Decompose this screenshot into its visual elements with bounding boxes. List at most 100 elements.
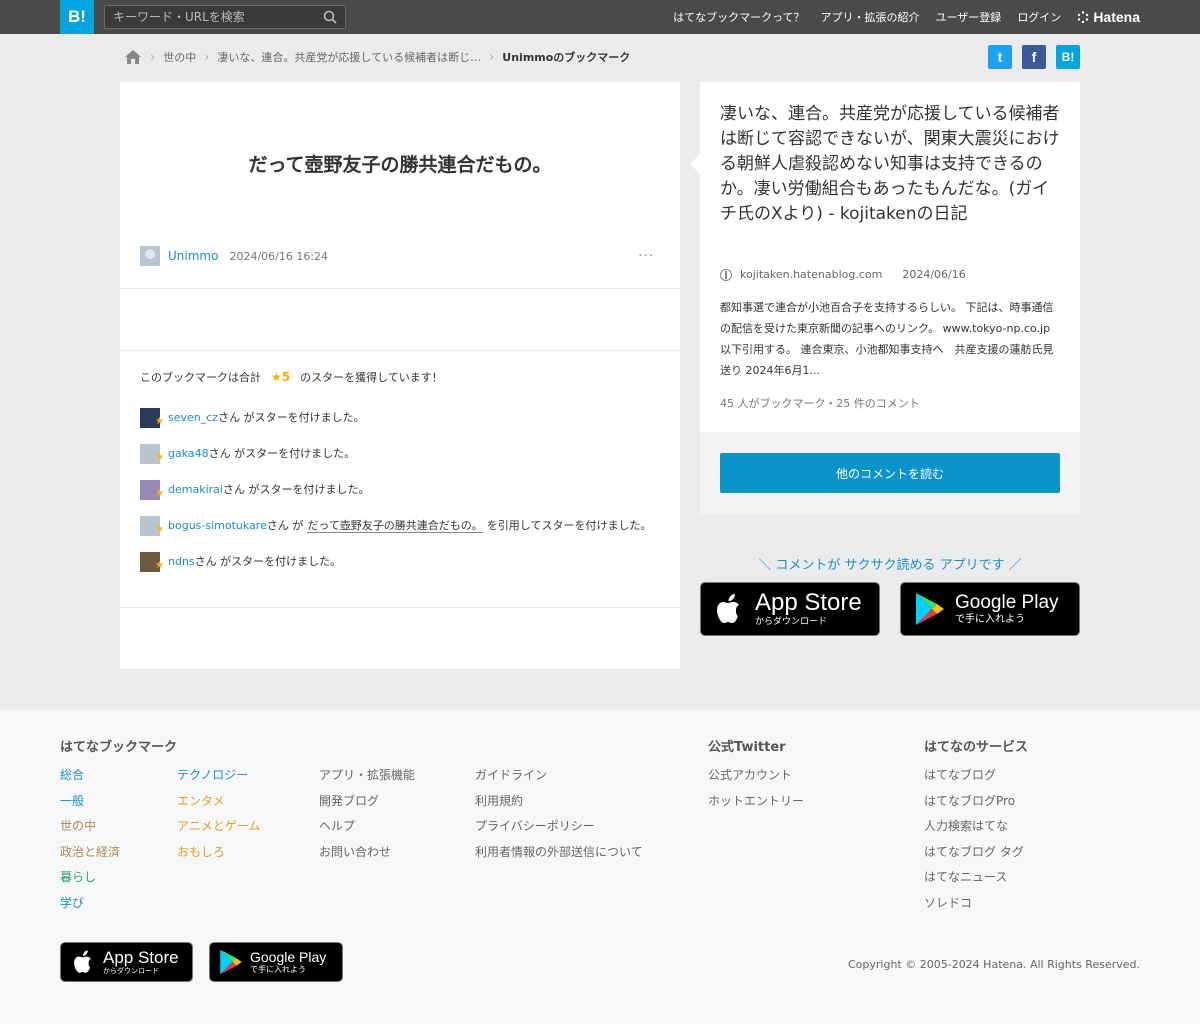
footer-link-hotentry[interactable]: ホットエントリー <box>708 794 804 808</box>
star-user[interactable]: seven_cz <box>168 411 218 424</box>
star-list: ★ seven_czさん がスターを付けました。 ★ gaka48さん がスター… <box>140 408 660 572</box>
footer-link-knowledge[interactable]: 学び <box>60 896 84 910</box>
star-quote[interactable]: だって壺野友子の勝共連合だもの。 <box>307 519 483 533</box>
footer-link-all[interactable]: 総合 <box>60 768 84 782</box>
more-menu-icon[interactable]: ··· <box>638 248 654 264</box>
avatar[interactable]: ★ <box>140 480 164 500</box>
avatar[interactable]: ★ <box>140 408 164 428</box>
hatena-dots-icon <box>1078 11 1089 23</box>
google-play-icon <box>220 949 242 975</box>
star-text: さん がスターを付けました。 <box>218 411 365 424</box>
footer-link-economics[interactable]: 政治と経済 <box>60 845 120 859</box>
footer-link-terms[interactable]: 利用規約 <box>475 794 523 808</box>
avatar[interactable]: ★ <box>140 552 164 572</box>
search-icon[interactable] <box>323 10 337 24</box>
footer-link-privacy[interactable]: プライバシーポリシー <box>475 819 595 833</box>
bookmark-user[interactable]: Unimmo <box>168 249 218 263</box>
hatebu-logo[interactable]: B! <box>60 0 94 34</box>
footer-link-blogpro[interactable]: はてなブログPro <box>924 794 1015 808</box>
star-icon: ★ <box>155 560 164 571</box>
star-summary-prefix: このブックマークは合計 <box>140 371 261 384</box>
footer-link-life[interactable]: 暮らし <box>60 870 96 884</box>
apple-icon <box>74 950 91 973</box>
card-pointer <box>690 154 700 174</box>
footer-link-news[interactable]: はてなニュース <box>924 870 1007 884</box>
footer-link-guideline[interactable]: ガイドライン <box>475 768 547 782</box>
read-comments-button[interactable]: 他のコメントを読む <box>720 453 1060 493</box>
entry-title[interactable]: 凄いな、連合。共産党が応援している候補者は断じて容認できないが、関東大震災におけ… <box>720 102 1062 227</box>
footer-link-soredoko[interactable]: ソレドコ <box>924 896 972 910</box>
google-play-label: Google Play <box>955 592 1059 613</box>
google-play-icon <box>916 593 944 625</box>
share-buttons: t f B! <box>978 45 1080 69</box>
bookmark-card: だって壺野友子の勝共連合だもの。 Unimmo 2024/06/16 16:24… <box>120 82 680 669</box>
footer-link-contact[interactable]: お問い合わせ <box>319 845 391 859</box>
list-item: ★ ndnsさん がスターを付けました。 <box>140 552 660 572</box>
search-input[interactable] <box>105 6 315 28</box>
star-user[interactable]: gaka48 <box>168 447 209 460</box>
footer-link-devblog[interactable]: 開発ブログ <box>319 794 379 808</box>
star-icon: ★ <box>155 416 164 427</box>
header-nav: はてなブックマークって？ アプリ・拡張の紹介 ユーザー登録 ログイン Haten… <box>657 0 1140 34</box>
entry-source: kojitaken.hatenablog.com 2024/06/16 <box>720 268 966 281</box>
footer-link-question[interactable]: 人力検索はてな <box>924 819 1008 833</box>
footer-link-general[interactable]: 一般 <box>60 794 84 808</box>
avatar[interactable]: ★ <box>140 444 164 464</box>
entry-date: 2024/06/16 <box>902 268 966 281</box>
footer-link-fun[interactable]: おもしろ <box>177 845 225 859</box>
avatar[interactable]: ★ <box>140 516 164 536</box>
home-icon[interactable] <box>124 49 142 65</box>
search-box <box>104 5 346 29</box>
footer-link-apps[interactable]: アプリ・拡張機能 <box>319 768 415 782</box>
footer-link-help[interactable]: ヘルプ <box>319 819 355 833</box>
list-item: ★ demakiraiさん がスターを付けました。 <box>140 480 660 500</box>
bookmark-meta: Unimmo 2024/06/16 16:24 <box>140 246 328 266</box>
google-play-sublabel: で手に入れよう <box>955 614 1025 625</box>
entry-domain[interactable]: kojitaken.hatenablog.com <box>740 268 882 281</box>
nav-apps[interactable]: アプリ・拡張の紹介 <box>821 9 920 25</box>
list-item: ★ bogus-simotukareさん がだって壺野友子の勝共連合だもの。 を引… <box>140 516 660 536</box>
twitter-share-icon[interactable]: t <box>988 45 1012 69</box>
hatena-link[interactable]: Hatena <box>1077 9 1140 25</box>
footer-app-store-badge[interactable]: App Store からダウンロード <box>60 942 193 982</box>
footer-policy-links: ガイドライン 利用規約 プライバシーポリシー 利用者情報の外部送信について <box>475 765 643 867</box>
app-store-badge[interactable]: App Store からダウンロード <box>700 582 880 636</box>
star-text: さん が <box>266 519 304 532</box>
footer-link-blogtag[interactable]: はてなブログ タグ <box>924 845 1024 859</box>
star-user[interactable]: bogus-simotukare <box>168 519 267 532</box>
footer-heading-twitter: 公式Twitter <box>708 740 786 755</box>
footer-link-blog[interactable]: はてなブログ <box>924 768 996 782</box>
nav-login[interactable]: ログイン <box>1017 9 1061 25</box>
star-text: を引用してスターを付けました。 <box>486 519 652 532</box>
top-bar: B! はてなブックマークって？ アプリ・拡張の紹介 ユーザー登録 ログイン Ha… <box>0 0 1200 34</box>
chevron-right-icon: › <box>150 49 156 65</box>
app-store-sublabel: からダウンロード <box>755 617 828 627</box>
nav-about[interactable]: はてなブックマークって？ <box>673 9 804 25</box>
list-item: ★ seven_czさん がスターを付けました。 <box>140 408 660 428</box>
footer-link-official-account[interactable]: 公式アカウント <box>708 768 792 782</box>
avatar[interactable] <box>140 246 160 266</box>
footer-google-play-badge[interactable]: Google Play で手に入れよう <box>209 942 343 982</box>
breadcrumb-category[interactable]: 世の中 <box>163 49 196 65</box>
footer-link-entertainment[interactable]: エンタメ <box>177 794 225 808</box>
breadcrumb-entry[interactable]: 凄いな、連合。共産党が応援している候補者は断じ… <box>217 49 481 65</box>
facebook-share-icon[interactable]: f <box>1022 45 1046 69</box>
google-play-badge[interactable]: Google Play で手に入れよう <box>900 582 1080 636</box>
read-more-area: 他のコメントを読む <box>700 432 1080 514</box>
divider <box>120 607 680 608</box>
footer-link-game[interactable]: アニメとゲーム <box>177 819 260 833</box>
divider <box>120 288 680 289</box>
hatebu-share-icon[interactable]: B! <box>1056 45 1080 69</box>
favicon-icon <box>720 268 732 281</box>
footer-link-external[interactable]: 利用者情報の外部送信について <box>475 845 643 859</box>
star-text: さん がスターを付けました。 <box>194 555 342 568</box>
nav-register[interactable]: ユーザー登録 <box>936 9 1002 25</box>
footer: はてなブックマーク 公式Twitter はてなのサービス 総合 一般 世の中 政… <box>0 710 1200 1024</box>
chevron-right-icon: › <box>204 49 210 65</box>
star-user[interactable]: demakirai <box>168 483 223 496</box>
footer-link-social[interactable]: 世の中 <box>60 819 96 833</box>
entry-description: 都知事選で連合が小池百合子を支持するらしい。 下記は、時事通信の配信を受けた東京… <box>720 301 1054 377</box>
star-user[interactable]: ndns <box>168 555 195 568</box>
footer-categories: 総合 一般 世の中 政治と経済 暮らし 学び <box>60 765 120 918</box>
footer-link-it[interactable]: テクノロジー <box>177 768 248 782</box>
